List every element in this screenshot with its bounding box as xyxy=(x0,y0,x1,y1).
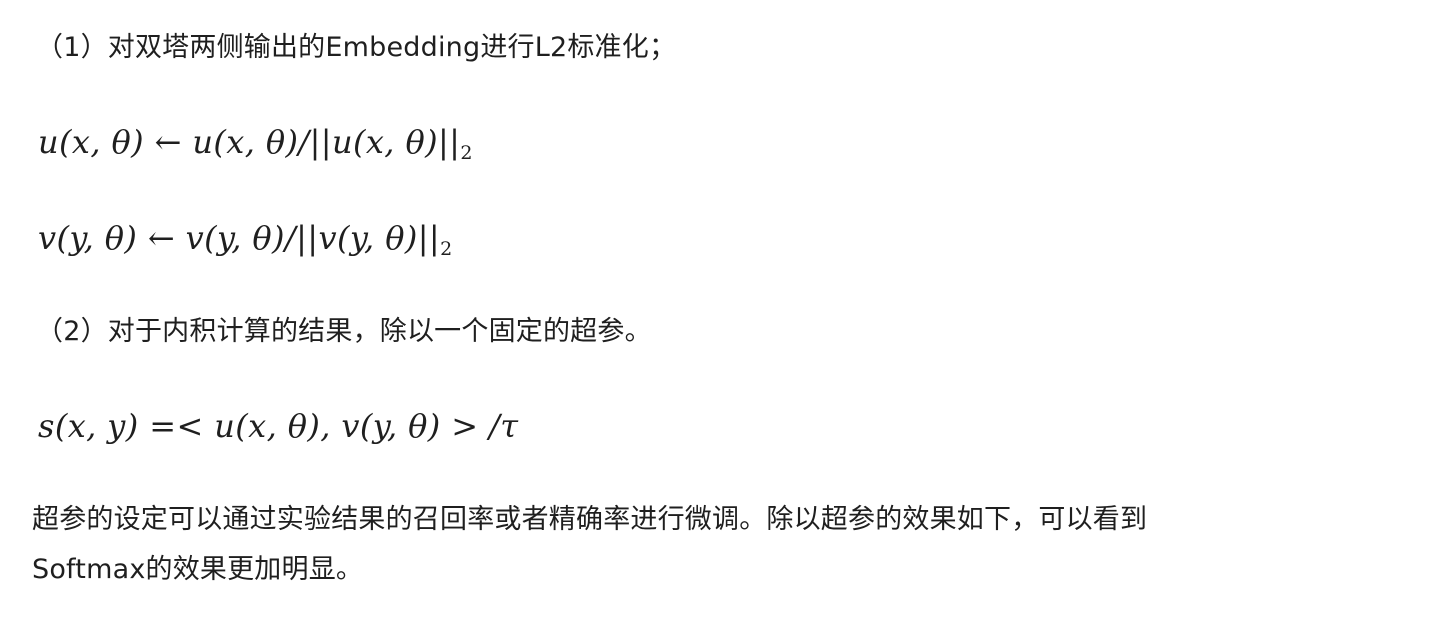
paragraph-line-1: 超参的设定可以通过实验结果的召回率或者精确率进行微调。除以超参的效果如下，可以看… xyxy=(32,504,1148,535)
formula-v-body: v(y, θ) ← v(y, θ)/||v(y, θ)|| xyxy=(38,219,441,257)
formula-u-subscript: 2 xyxy=(460,142,473,164)
step-2-text: （2）对于内积计算的结果，除以一个固定的超参。 xyxy=(36,316,652,347)
formula-v-subscript: 2 xyxy=(440,238,453,260)
step-1-text: （1）对双塔两侧输出的Embedding进行L2标准化； xyxy=(36,32,677,63)
formula-temperature-score: s(x, y) =< u(x, θ), v(y, θ) > /τ xyxy=(38,407,519,445)
formula-l2-normalize-v: v(y, θ) ← v(y, θ)/||v(y, θ)||2 xyxy=(38,219,453,259)
paragraph-line-2: Softmax的效果更加明显。 xyxy=(32,554,364,585)
formula-l2-normalize-u: u(x, θ) ← u(x, θ)/||u(x, θ)||2 xyxy=(38,123,473,163)
formula-u-body: u(x, θ) ← u(x, θ)/||u(x, θ)|| xyxy=(38,123,461,161)
